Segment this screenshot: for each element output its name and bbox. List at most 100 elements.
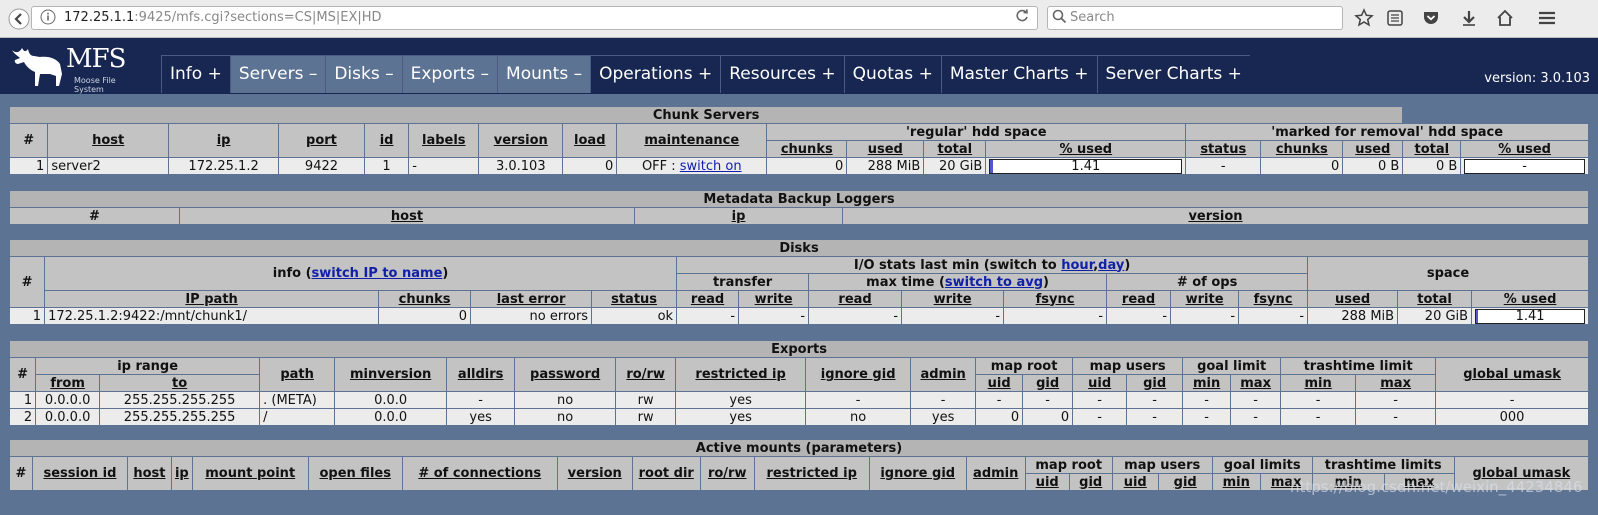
- bookmark-star-icon[interactable]: [1354, 8, 1374, 33]
- menu-icon[interactable]: [1537, 9, 1557, 32]
- day-link[interactable]: day: [1098, 258, 1124, 273]
- col-last-error[interactable]: last error: [470, 290, 593, 308]
- col-chunks[interactable]: chunks: [766, 140, 848, 158]
- hour-link[interactable]: hour: [1061, 258, 1093, 273]
- col-goal-min[interactable]: min: [1211, 473, 1261, 491]
- col-restricted-ip[interactable]: restricted ip: [753, 456, 870, 491]
- col-trash-max[interactable]: max: [1355, 374, 1437, 392]
- col-maxtime-write[interactable]: write: [901, 290, 1005, 308]
- tab-info[interactable]: Info +: [161, 55, 230, 93]
- col-ops-fsync[interactable]: fsync: [1238, 290, 1309, 308]
- col-ip[interactable]: ip: [168, 123, 280, 158]
- col-mu-gid[interactable]: gid: [1126, 374, 1184, 392]
- col-rorw[interactable]: ro/rw: [615, 357, 677, 392]
- tab-disks[interactable]: Disks –: [325, 55, 402, 93]
- col-mr-gid[interactable]: gid: [1068, 473, 1113, 491]
- download-icon[interactable]: [1460, 9, 1478, 32]
- cell-goal-max: -: [1230, 408, 1282, 426]
- tab-operations[interactable]: Operations +: [590, 55, 721, 93]
- col-version[interactable]: version: [842, 207, 1589, 225]
- col-ip[interactable]: ip: [170, 456, 193, 491]
- col-root-dir[interactable]: root dir: [631, 456, 701, 491]
- col-mount-point[interactable]: mount point: [191, 456, 309, 491]
- col-space-pct-used[interactable]: % used: [1471, 290, 1589, 308]
- col-mr-gid[interactable]: gid: [1022, 374, 1074, 392]
- col-host[interactable]: host: [179, 207, 635, 225]
- switch-ip-to-name-link[interactable]: switch IP to name: [312, 266, 443, 281]
- col-goal-min[interactable]: min: [1182, 374, 1232, 392]
- col-maxtime-read[interactable]: read: [808, 290, 903, 308]
- tab-exports[interactable]: Exports –: [401, 55, 498, 93]
- col-m-status[interactable]: status: [1185, 140, 1262, 158]
- home-icon[interactable]: [1496, 9, 1514, 32]
- col-ops-write[interactable]: write: [1170, 290, 1240, 308]
- col-alldirs[interactable]: alldirs: [446, 357, 516, 392]
- col-labels[interactable]: labels: [408, 123, 480, 158]
- col-chunks[interactable]: chunks: [378, 290, 472, 308]
- col-version[interactable]: version: [556, 456, 633, 491]
- col-host[interactable]: host: [126, 456, 172, 491]
- col-session-id[interactable]: session id: [31, 456, 128, 491]
- back-icon[interactable]: [8, 8, 30, 35]
- col-version[interactable]: version: [478, 123, 564, 158]
- col-mr-uid[interactable]: uid: [975, 374, 1024, 392]
- col-connections[interactable]: # of connections: [401, 456, 558, 491]
- tab-master-charts[interactable]: Master Charts +: [940, 55, 1097, 93]
- reading-list-icon[interactable]: [1386, 9, 1404, 32]
- col-maintenance[interactable]: maintenance: [616, 123, 768, 158]
- col-from[interactable]: from: [35, 374, 101, 392]
- marked-usage-bar: -: [1464, 158, 1585, 174]
- tab-resources[interactable]: Resources +: [720, 55, 844, 93]
- col-rorw[interactable]: ro/rw: [699, 456, 755, 491]
- reload-icon[interactable]: [1014, 8, 1030, 29]
- col-admin[interactable]: admin: [910, 357, 977, 392]
- col-space-used[interactable]: used: [1307, 290, 1399, 308]
- col-goal-max[interactable]: max: [1230, 374, 1282, 392]
- col-transfer-read[interactable]: read: [676, 290, 740, 308]
- col-used[interactable]: used: [846, 140, 925, 158]
- col-m-used[interactable]: used: [1342, 140, 1404, 158]
- col-load[interactable]: load: [562, 123, 618, 158]
- col-space-total[interactable]: total: [1397, 290, 1473, 308]
- col-id[interactable]: id: [363, 123, 410, 158]
- col-mu-uid[interactable]: uid: [1072, 374, 1128, 392]
- switch-on-link[interactable]: switch on: [680, 159, 742, 174]
- col-ip[interactable]: ip: [634, 207, 843, 225]
- col-open-files[interactable]: open files: [307, 456, 403, 491]
- col-m-total[interactable]: total: [1402, 140, 1462, 158]
- tab-mounts[interactable]: Mounts –: [497, 55, 591, 93]
- col-ops-read[interactable]: read: [1106, 290, 1172, 308]
- url-input[interactable]: 172.25.1.1:9425/mfs.cgi?sections=CS|MS|E…: [31, 6, 1038, 30]
- col-ignore-gid[interactable]: ignore gid: [805, 357, 912, 392]
- col-mu-uid[interactable]: uid: [1111, 473, 1159, 491]
- info-icon[interactable]: [40, 9, 56, 32]
- pocket-icon[interactable]: [1422, 9, 1440, 32]
- col-ip-path[interactable]: IP path: [44, 290, 380, 308]
- col-password[interactable]: password: [514, 357, 617, 392]
- col-path[interactable]: path: [259, 357, 336, 392]
- col-minversion[interactable]: minversion: [334, 357, 448, 392]
- col-maxtime-fsync[interactable]: fsync: [1003, 290, 1108, 308]
- col-ignore-gid[interactable]: ignore gid: [868, 456, 967, 491]
- tab-servers[interactable]: Servers –: [229, 55, 326, 93]
- col-mr-uid[interactable]: uid: [1024, 473, 1070, 491]
- disks-title: Disks: [9, 239, 1589, 257]
- col-port[interactable]: port: [278, 123, 365, 158]
- search-input[interactable]: Search: [1047, 6, 1343, 30]
- col-trash-min[interactable]: min: [1280, 374, 1357, 392]
- col-restricted-ip[interactable]: restricted ip: [675, 357, 807, 392]
- col-status[interactable]: status: [591, 290, 678, 308]
- col-pct-used[interactable]: % used: [985, 140, 1187, 158]
- switch-to-avg-link[interactable]: switch to avg: [945, 275, 1043, 290]
- col-total[interactable]: total: [923, 140, 987, 158]
- col-m-pct-used[interactable]: % used: [1460, 140, 1589, 158]
- col-mu-gid[interactable]: gid: [1157, 473, 1213, 491]
- col-admin[interactable]: admin: [965, 456, 1026, 491]
- col-transfer-write[interactable]: write: [738, 290, 810, 308]
- col-m-chunks[interactable]: chunks: [1260, 140, 1344, 158]
- tab-server-charts[interactable]: Server Charts +: [1096, 55, 1250, 93]
- col-global-umask[interactable]: global umask: [1435, 357, 1589, 392]
- col-host[interactable]: host: [47, 123, 170, 158]
- tab-quotas[interactable]: Quotas +: [843, 55, 941, 93]
- col-to[interactable]: to: [99, 374, 261, 392]
